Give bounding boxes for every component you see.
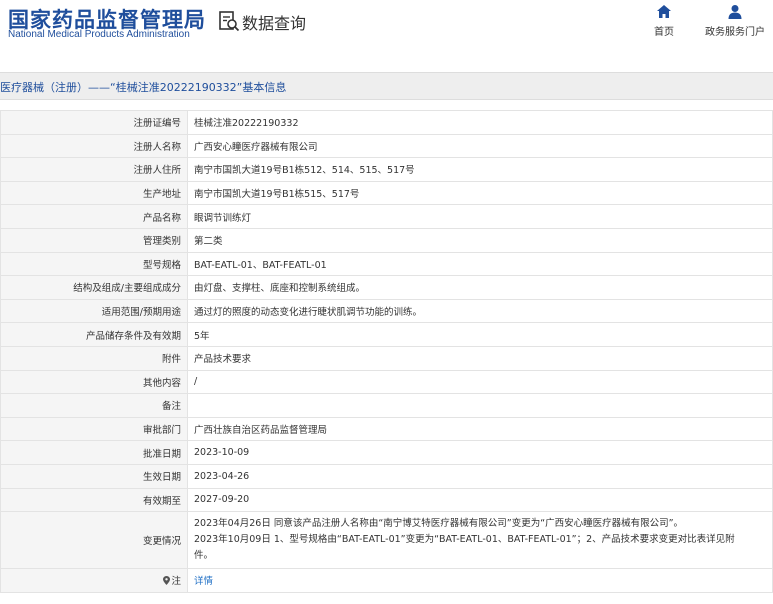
field-label: 生产地址 — [0, 180, 188, 206]
field-label: 附件 — [0, 345, 188, 371]
field-label: 产品储存条件及有效期 — [0, 322, 188, 347]
field-value: 第二类 — [187, 227, 773, 253]
table-row: 注册证编号 桂械注准20222190332 — [0, 110, 773, 135]
table-row: 产品储存条件及有效期 5年 — [0, 322, 773, 347]
field-value: BAT-EATL-01、BAT-FEATL-01 — [187, 251, 773, 277]
note-value-cell: 详情 — [187, 568, 773, 593]
nav-portal[interactable]: 政务服务门户 — [703, 3, 767, 38]
nav-home[interactable]: 首页 — [632, 3, 696, 38]
field-label: 其他内容 — [0, 369, 188, 395]
user-icon — [728, 5, 742, 19]
details-link[interactable]: 详情 — [194, 576, 213, 587]
field-value: 2023-10-09 — [187, 440, 773, 465]
field-value: 5年 — [187, 322, 773, 347]
site-logo-en[interactable]: National Medical Products Administration — [8, 29, 190, 40]
device-info-table: 注册证编号 桂械注准20222190332 注册人名称 广西安心瞳医疗器械有限公司 … — [0, 110, 773, 593]
table-row: 结构及组成/主要组成成分 由灯盘、支撑柱、底座和控制系统组成。 — [0, 275, 773, 300]
field-label: 型号规格 — [0, 251, 188, 277]
field-label: 结构及组成/主要组成成分 — [0, 275, 188, 300]
field-label: 变更情况 — [0, 511, 188, 570]
change-line-2: 2023年10月09日 1、型号规格由“BAT-EATL-01”变更为“BAT-… — [194, 534, 735, 546]
field-value: 2027-09-20 — [187, 487, 773, 513]
field-value: 南宁市国凯大道19号B1栋515、517号 — [187, 180, 773, 206]
table-row: 生效日期 2023-04-26 — [0, 463, 773, 489]
field-label: 注册人住所 — [0, 157, 188, 182]
home-icon — [657, 5, 671, 18]
table-row-change: 变更情况 2023年04月26日 同意该产品注册人名称由“南宁博艾特医疗器械有限… — [0, 511, 773, 570]
record-title: 医疗器械（注册）——“桂械注准20222190332”基本信息 — [0, 81, 287, 94]
field-value: 南宁市国凯大道19号B1栋512、514、515、517号 — [187, 157, 773, 182]
table-row: 注册人名称 广西安心瞳医疗器械有限公司 — [0, 133, 773, 159]
field-label: 批准日期 — [0, 440, 188, 465]
field-value: 广西壮族自治区药品监督管理局 — [187, 416, 773, 442]
site-header: 国家药品监督管理局 National Medical Products Admi… — [0, 0, 773, 72]
field-label: 注册人名称 — [0, 133, 188, 159]
table-row: 附件 产品技术要求 — [0, 345, 773, 371]
note-label: 注 — [171, 576, 181, 588]
table-row-note: 注 详情 — [0, 568, 773, 593]
data-query-icon — [219, 11, 240, 32]
nav-home-label: 首页 — [654, 27, 674, 38]
change-history: 2023年04月26日 同意该产品注册人名称由“南宁博艾特医疗器械有限公司”变更… — [187, 511, 773, 570]
record-title-bar: 医疗器械（注册）——“桂械注准20222190332”基本信息 — [0, 72, 773, 100]
field-label: 备注 — [0, 393, 188, 418]
table-row: 审批部门 广西壮族自治区药品监督管理局 — [0, 416, 773, 442]
field-label: 生效日期 — [0, 463, 188, 489]
table-row: 注册人住所 南宁市国凯大道19号B1栋512、514、515、517号 — [0, 157, 773, 182]
field-value: 桂械注准20222190332 — [187, 110, 773, 135]
table-row: 产品名称 眼调节训练灯 — [0, 204, 773, 229]
table-row: 管理类别 第二类 — [0, 227, 773, 253]
field-label: 注册证编号 — [0, 110, 188, 135]
table-row: 其他内容 / — [0, 369, 773, 395]
field-value: 广西安心瞳医疗器械有限公司 — [187, 133, 773, 159]
table-row: 备注 — [0, 393, 773, 418]
field-value: 眼调节训练灯 — [187, 204, 773, 229]
field-value: 2023-04-26 — [187, 463, 773, 489]
change-line-3: 件。 — [194, 550, 214, 562]
change-line-1: 2023年04月26日 同意该产品注册人名称由“南宁博艾特医疗器械有限公司”变更… — [194, 518, 684, 530]
table-row: 批准日期 2023-10-09 — [0, 440, 773, 465]
field-label: 审批部门 — [0, 416, 188, 442]
field-value — [187, 393, 773, 418]
field-label: 产品名称 — [0, 204, 188, 229]
field-value: 产品技术要求 — [187, 345, 773, 371]
field-value: 由灯盘、支撑柱、底座和控制系统组成。 — [187, 275, 773, 300]
location-pin-icon — [163, 576, 171, 586]
note-label-cell: 注 — [0, 568, 188, 593]
field-label: 有效期至 — [0, 487, 188, 513]
table-row: 生产地址 南宁市国凯大道19号B1栋515、517号 — [0, 180, 773, 206]
nav-portal-label: 政务服务门户 — [705, 27, 765, 38]
field-value: / — [187, 369, 773, 395]
table-row: 适用范围/预期用途 通过灯的照度的动态变化进行睫状肌调节功能的训练。 — [0, 298, 773, 324]
data-query-title: 数据查询 — [242, 14, 307, 33]
table-row: 型号规格 BAT-EATL-01、BAT-FEATL-01 — [0, 251, 773, 277]
field-label: 管理类别 — [0, 227, 188, 253]
field-value: 通过灯的照度的动态变化进行睫状肌调节功能的训练。 — [187, 298, 773, 324]
table-row: 有效期至 2027-09-20 — [0, 487, 773, 513]
field-label: 适用范围/预期用途 — [0, 298, 188, 324]
